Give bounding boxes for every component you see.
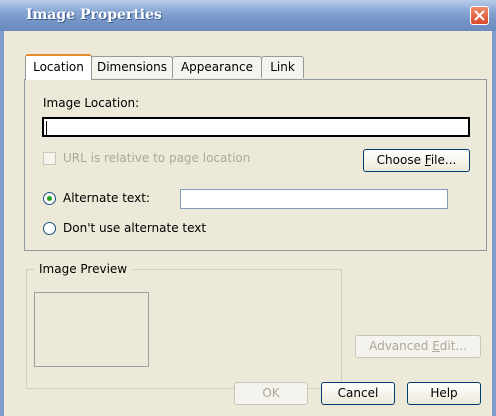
window-border-right — [492, 31, 496, 416]
advanced-edit-label: Advanced Edit... — [369, 339, 467, 353]
image-preview-area — [34, 292, 149, 367]
cancel-label: Cancel — [337, 386, 379, 400]
image-properties-dialog: Image Properties Location Dimensions App… — [0, 0, 496, 416]
alternate-text-input[interactable] — [180, 189, 448, 209]
help-button[interactable]: Help — [407, 382, 481, 405]
tab-dimensions[interactable]: Dimensions — [91, 56, 173, 78]
no-alt-text-radio[interactable] — [43, 222, 56, 235]
tab-link[interactable]: Link — [261, 56, 304, 78]
advanced-edit-button[interactable]: Advanced Edit... — [355, 335, 481, 358]
window-border-left — [0, 31, 4, 416]
choose-file-label: Choose File... — [376, 153, 457, 167]
tab-link-label: Link — [270, 60, 295, 74]
image-preview-title: Image Preview — [34, 262, 133, 276]
title-bar[interactable]: Image Properties — [0, 0, 496, 31]
close-icon — [474, 10, 485, 21]
tab-dimensions-label: Dimensions — [96, 60, 168, 74]
cancel-button[interactable]: Cancel — [321, 382, 395, 405]
alternate-text-radio[interactable] — [43, 192, 56, 205]
relative-url-label: URL is relative to page location — [63, 151, 251, 165]
dialog-title: Image Properties — [26, 7, 162, 23]
text-caret — [46, 121, 47, 135]
image-location-input[interactable] — [42, 117, 470, 137]
alternate-text-label: Alternate text: — [63, 191, 150, 205]
image-location-label: Image Location: — [43, 96, 140, 110]
tab-appearance[interactable]: Appearance — [172, 56, 262, 78]
relative-url-checkbox[interactable] — [43, 152, 56, 165]
no-alt-text-label: Don't use alternate text — [63, 221, 207, 235]
ok-label: OK — [262, 386, 280, 400]
choose-file-button[interactable]: Choose File... — [363, 149, 470, 172]
close-button[interactable] — [470, 6, 489, 25]
tab-location[interactable]: Location — [25, 54, 92, 80]
tab-appearance-label: Appearance — [180, 60, 254, 74]
radio-selected-dot — [47, 196, 52, 201]
help-label: Help — [430, 386, 458, 400]
tab-location-label: Location — [33, 60, 84, 74]
ok-button[interactable]: OK — [234, 382, 308, 405]
